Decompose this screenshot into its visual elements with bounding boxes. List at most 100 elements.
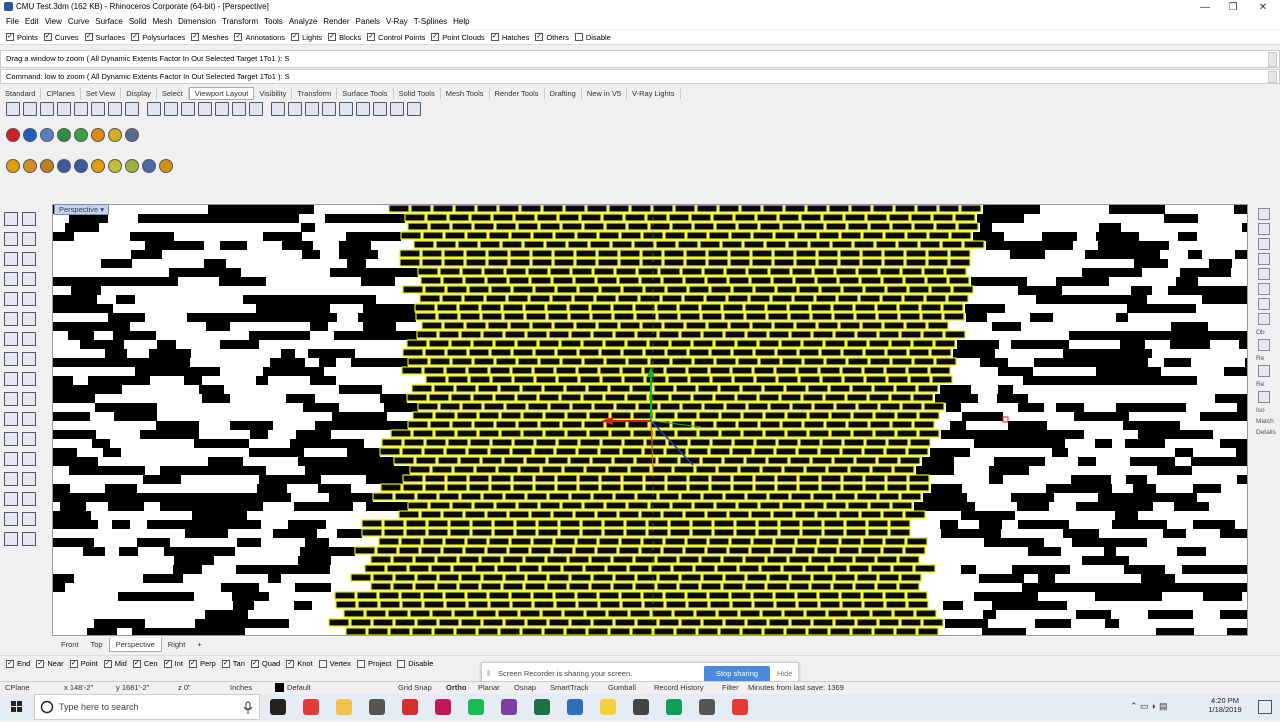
panel-tab-icon[interactable] (1258, 283, 1270, 295)
modeling-tool-icon[interactable] (22, 232, 36, 246)
panel-label[interactable]: Re (1256, 355, 1275, 362)
osnap-knot[interactable]: ✓ Knot (286, 659, 313, 668)
osnap-checkbox[interactable]: ✓ (132, 659, 141, 668)
osnap-checkbox[interactable]: ✓ (103, 659, 112, 668)
filter-curves[interactable]: ✓ Curves (43, 33, 79, 42)
current-layer[interactable]: Default (287, 683, 311, 692)
status-record-history-button[interactable]: Record History (650, 682, 708, 693)
render-tool-icon[interactable] (108, 128, 122, 142)
status-grid-snap-button[interactable]: Grid Snap (394, 682, 436, 693)
modeling-tool-icon[interactable] (4, 532, 18, 546)
viewport-layout-tool-icon[interactable] (249, 102, 263, 116)
modeling-tool-icon[interactable] (4, 392, 18, 406)
viewport-layout-tool-icon[interactable] (164, 102, 178, 116)
panel-tab-icon[interactable] (1258, 223, 1270, 235)
menu-analyze[interactable]: Analyze (289, 15, 317, 29)
menu-transform[interactable]: Transform (222, 15, 258, 29)
view-tab-right[interactable]: Right (162, 638, 192, 651)
drag-grip-icon[interactable]: ⦀ (487, 669, 491, 679)
start-button[interactable] (0, 694, 34, 720)
menu-render[interactable]: Render (323, 15, 349, 29)
status-gumball-button[interactable]: Gumball (604, 682, 640, 693)
filter-surfaces[interactable]: ✓ Surfaces (84, 33, 125, 42)
osnap-near[interactable]: ✓ Near (36, 659, 64, 668)
panel-tab-icon[interactable] (1258, 298, 1270, 310)
toolbar-tab-visibility[interactable]: Visibility (254, 88, 293, 99)
modeling-tool-icon[interactable] (22, 312, 36, 326)
viewport-layout-tool-icon[interactable] (74, 102, 88, 116)
render-tool-icon[interactable] (57, 128, 71, 142)
osnap-cen[interactable]: ✓ Cen (132, 659, 158, 668)
status-filter-button[interactable]: Filter (718, 682, 743, 693)
modeling-tool-icon[interactable] (4, 332, 18, 346)
toolbar-tab-render-tools[interactable]: Render Tools (490, 88, 545, 99)
vray-tool-icon[interactable] (142, 159, 156, 173)
viewport-layout-tool-icon[interactable] (57, 102, 71, 116)
indesign-icon[interactable] (435, 699, 451, 715)
viewport-layout-tool-icon[interactable] (407, 102, 421, 116)
toolbar-tab-standard[interactable]: Standard (0, 88, 42, 99)
brick-wall-model[interactable] (53, 205, 1248, 636)
modeling-tool-icon[interactable] (4, 472, 18, 486)
panel-tab-icon[interactable] (1258, 339, 1270, 351)
filter-lights[interactable]: ✓ Lights (291, 33, 322, 42)
acrobat-icon[interactable] (402, 699, 418, 715)
menu-curve[interactable]: Curve (68, 15, 89, 29)
status-smarttrack-button[interactable]: SmartTrack (546, 682, 592, 693)
viewport-layout-tool-icon[interactable] (40, 102, 54, 116)
chrome-2-icon[interactable] (732, 699, 748, 715)
viewport-layout-tool-icon[interactable] (6, 102, 20, 116)
menu-t-splines[interactable]: T-Splines (414, 15, 447, 29)
filter-checkbox[interactable]: ✓ (535, 33, 544, 41)
toolbar-tab-display[interactable]: Display (121, 88, 157, 99)
menu-surface[interactable]: Surface (95, 15, 123, 29)
osnap-int[interactable]: ✓ Int (163, 659, 183, 668)
viewport-layout-tool-icon[interactable] (91, 102, 105, 116)
viewport-layout-tool-icon[interactable] (322, 102, 336, 116)
toolbar-tab-v-ray-lights[interactable]: V-Ray Lights (627, 88, 681, 99)
viewport-layout-tool-icon[interactable] (390, 102, 404, 116)
osnap-checkbox[interactable] (318, 659, 327, 668)
modeling-tool-icon[interactable] (4, 292, 18, 306)
panel-tab-icon[interactable] (1258, 268, 1270, 280)
osnap-checkbox[interactable]: ✓ (188, 659, 197, 668)
viewport-layout-tool-icon[interactable] (147, 102, 161, 116)
view-tab-front[interactable]: Front (55, 638, 85, 651)
menu-solid[interactable]: Solid (129, 15, 147, 29)
panel-label[interactable]: Details (1256, 429, 1276, 436)
vray-tool-icon[interactable] (57, 159, 71, 173)
vray-tool-icon[interactable] (74, 159, 88, 173)
vray-tool-icon[interactable] (23, 159, 37, 173)
viewport-layout-tool-icon[interactable] (215, 102, 229, 116)
panel-tab-icon[interactable] (1258, 313, 1270, 325)
modeling-tool-icon[interactable] (4, 512, 18, 526)
filter-checkbox[interactable]: ✓ (234, 33, 243, 41)
panel-label[interactable]: Ob (1256, 329, 1275, 336)
stop-sharing-button[interactable]: Stop sharing (704, 666, 770, 682)
osnap-checkbox[interactable]: ✓ (250, 659, 259, 668)
panel-tab-icon[interactable] (1258, 208, 1270, 220)
osnap-checkbox[interactable]: ✓ (36, 659, 45, 668)
filter-checkbox[interactable]: ✓ (43, 33, 52, 41)
hide-button[interactable]: Hide (777, 669, 792, 678)
view-tab-perspective[interactable]: Perspective (108, 637, 162, 652)
modeling-tool-icon[interactable] (4, 452, 18, 466)
toolbar-tab-transform[interactable]: Transform (292, 88, 338, 99)
menu-help[interactable]: Help (453, 15, 469, 29)
menu-tools[interactable]: Tools (264, 15, 283, 29)
viewport-layout-tool-icon[interactable] (181, 102, 195, 116)
modeling-tool-icon[interactable] (22, 412, 36, 426)
menu-v-ray[interactable]: V-Ray (386, 15, 408, 29)
modeling-tool-icon[interactable] (22, 212, 36, 226)
vray-tool-icon[interactable] (108, 159, 122, 173)
modeling-tool-icon[interactable] (4, 352, 18, 366)
modeling-tool-icon[interactable] (22, 372, 36, 386)
units-label[interactable]: Inches (230, 683, 252, 692)
osnap-checkbox[interactable]: ✓ (221, 659, 230, 668)
toolbar-tab-cplanes[interactable]: CPlanes (41, 88, 81, 99)
toolbar-tab-solid-tools[interactable]: Solid Tools (394, 88, 441, 99)
osnap-end[interactable]: ✓ End (6, 659, 30, 668)
modeling-tool-icon[interactable] (22, 432, 36, 446)
osnap-quad[interactable]: ✓ Quad (250, 659, 280, 668)
render-tool-icon[interactable] (40, 128, 54, 142)
